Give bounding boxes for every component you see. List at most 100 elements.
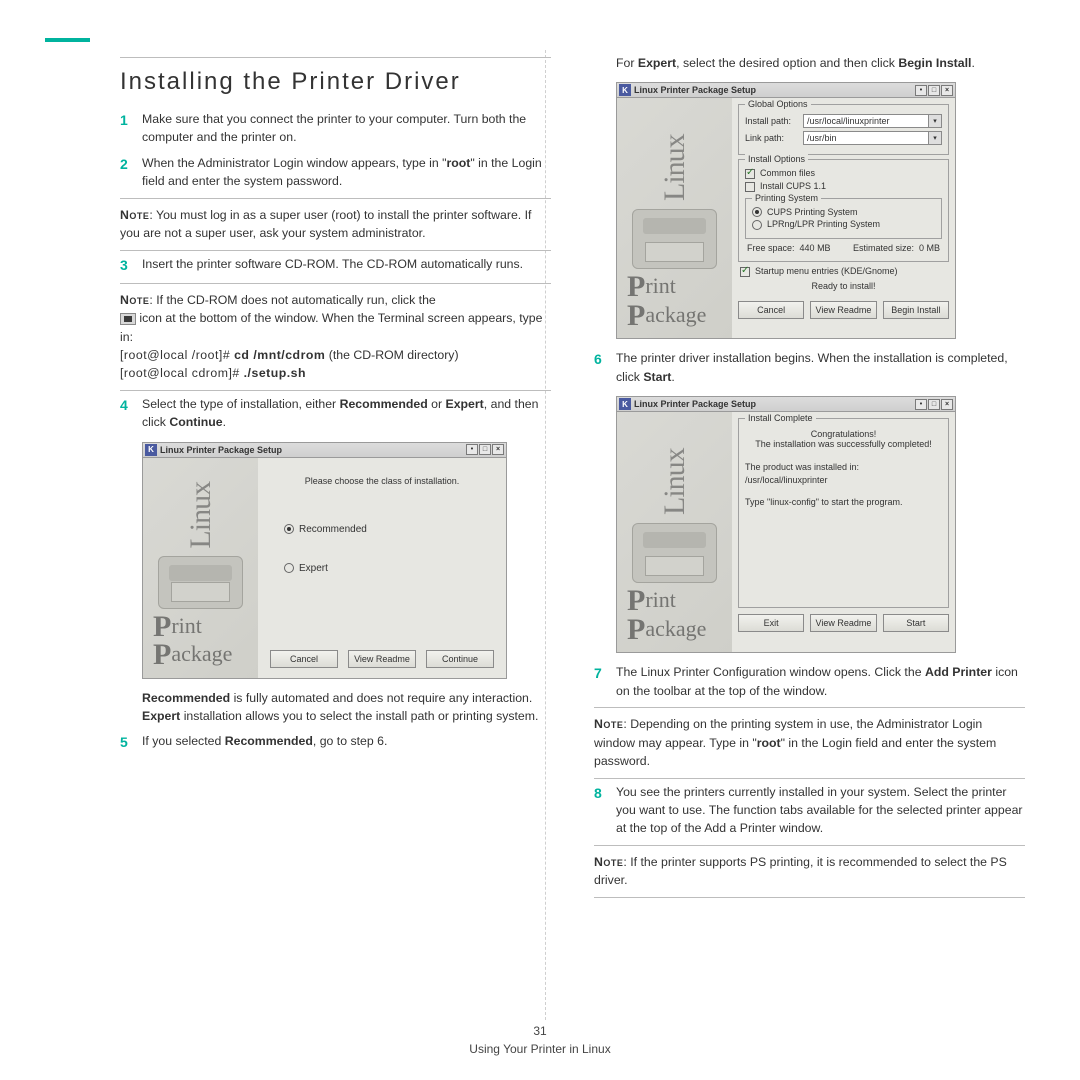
step-text: Insert the printer software CD-ROM. The … <box>142 255 551 276</box>
view-readme-button[interactable]: View Readme <box>348 650 416 668</box>
terminal-icon <box>120 313 136 325</box>
radio-expert[interactable]: Expert <box>284 563 500 574</box>
step-number: 3 <box>120 255 142 276</box>
branding-panel: Linux Print Package <box>617 98 732 338</box>
cmd-prompt: [root@local /root]# <box>120 348 234 362</box>
install-path-field[interactable]: /usr/local/linuxprinter <box>803 114 929 128</box>
radio-recommended[interactable]: Recommended <box>284 524 500 535</box>
step-4: 4 Select the type of installation, eithe… <box>120 395 551 432</box>
radio-cups[interactable]: CUPS Printing System <box>752 207 935 218</box>
window-title: Linux Printer Package Setup <box>634 399 756 409</box>
dialog-message: Please choose the class of installation. <box>264 464 500 510</box>
check-icon <box>745 182 755 192</box>
rule <box>120 57 551 58</box>
label: Install path: <box>745 116 803 126</box>
note-block: Note: You must log in as a super user (r… <box>120 198 551 251</box>
start-button[interactable]: Start <box>883 614 949 632</box>
check-icon <box>740 267 750 277</box>
linux-wordmark: Linux <box>658 420 692 515</box>
exit-button[interactable]: Exit <box>738 614 804 632</box>
step-2: 2 When the Administrator Login window ap… <box>120 154 551 191</box>
legend: Install Options <box>745 154 808 164</box>
step-number: 6 <box>594 349 616 386</box>
minimize-icon[interactable]: • <box>915 85 927 96</box>
minimize-icon[interactable]: • <box>466 444 478 455</box>
close-icon[interactable]: × <box>492 444 504 455</box>
page-number: 31 <box>533 1024 546 1038</box>
step-6: 6 The printer driver installation begins… <box>594 349 1025 386</box>
step-text: Select the type of installation, either … <box>142 395 551 432</box>
maximize-icon[interactable]: □ <box>928 85 940 96</box>
cmd-prompt: [root@local cdrom]# <box>120 366 244 380</box>
radio-icon <box>752 207 762 217</box>
continue-button[interactable]: Continue <box>426 650 494 668</box>
section-title: Installing the Printer Driver <box>120 68 551 96</box>
note-block: Note: If the CD-ROM does not automatical… <box>120 283 551 391</box>
step-number: 1 <box>120 110 142 147</box>
step-1: 1 Make sure that you connect the printer… <box>120 110 551 147</box>
legend: Global Options <box>745 99 811 109</box>
paragraph: Recommended is fully automated and does … <box>120 689 551 726</box>
radio-icon <box>284 563 294 573</box>
window-title: Linux Printer Package Setup <box>634 85 756 95</box>
check-icon <box>745 169 755 179</box>
hint-text: Type "linux-config" to start the program… <box>745 497 942 507</box>
note-label: Note <box>594 717 623 731</box>
maximize-icon[interactable]: □ <box>479 444 491 455</box>
footer-text: Using Your Printer in Linux <box>469 1042 610 1056</box>
step-5: 5 If you selected Recommended, go to ste… <box>120 732 551 753</box>
checkbox-startup-menu[interactable]: Startup menu entries (KDE/Gnome) <box>740 266 949 277</box>
close-icon[interactable]: × <box>941 399 953 410</box>
step-8: 8 You see the printers currently install… <box>594 783 1025 838</box>
maximize-icon[interactable]: □ <box>928 399 940 410</box>
step-text: Make sure that you connect the printer t… <box>142 110 551 147</box>
step-number: 4 <box>120 395 142 432</box>
legend: Install Complete <box>745 413 816 423</box>
note-block: Note: If the printer supports PS printin… <box>594 845 1025 898</box>
window-title: Linux Printer Package Setup <box>160 445 282 455</box>
size-stats: Free space: 440 MB Estimated size: 0 MB <box>745 241 942 255</box>
view-readme-button[interactable]: View Readme <box>810 614 876 632</box>
legend: Printing System <box>752 193 821 203</box>
cmd: ./setup.sh <box>244 366 306 380</box>
minimize-icon[interactable]: • <box>915 399 927 410</box>
close-icon[interactable]: × <box>941 85 953 96</box>
step-text: The Linux Printer Configuration window o… <box>616 663 1025 700</box>
step-text: When the Administrator Login window appe… <box>142 154 551 191</box>
step-text: The printer driver installation begins. … <box>616 349 1025 386</box>
link-path-field[interactable]: /usr/bin <box>803 131 929 145</box>
branding-panel: Linux Print Package <box>143 458 258 678</box>
screenshot-install-complete: K Linux Printer Package Setup • □ × Linu… <box>616 396 956 653</box>
cancel-button[interactable]: Cancel <box>738 301 804 319</box>
window-icon: K <box>619 398 631 410</box>
printer-icon <box>632 209 717 269</box>
radio-lprng[interactable]: LPRng/LPR Printing System <box>752 219 935 230</box>
install-complete-group: Install Complete Congratulations! The in… <box>738 418 949 608</box>
install-path-info: The product was installed in: /usr/local… <box>745 459 942 496</box>
note-text: : You must log in as a super user (root)… <box>120 208 531 240</box>
step-number: 2 <box>120 154 142 191</box>
note-block: Note: Depending on the printing system i… <box>594 707 1025 778</box>
linux-wordmark: Linux <box>658 106 692 201</box>
view-readme-button[interactable]: View Readme <box>810 301 876 319</box>
begin-install-button[interactable]: Begin Install <box>883 301 949 319</box>
step-3: 3 Insert the printer software CD-ROM. Th… <box>120 255 551 276</box>
step-text: If you selected Recommended, go to step … <box>142 732 551 753</box>
titlebar: K Linux Printer Package Setup • □ × <box>617 397 955 412</box>
print-package-wordmark: Print Package <box>147 613 232 670</box>
screenshot-expert-options: K Linux Printer Package Setup • □ × Linu… <box>616 82 956 339</box>
checkbox-install-cups[interactable]: Install CUPS 1.1 <box>745 181 942 192</box>
cancel-button[interactable]: Cancel <box>270 650 338 668</box>
note-text: icon at the bottom of the window. When t… <box>120 311 542 343</box>
titlebar: K Linux Printer Package Setup • □ × <box>143 443 506 458</box>
step-number: 8 <box>594 783 616 838</box>
print-package-wordmark: Print Package <box>621 273 706 330</box>
checkbox-common-files[interactable]: Common files <box>745 168 942 179</box>
chevron-down-icon[interactable]: ▾ <box>928 114 942 128</box>
cmd-note: (the CD-ROM directory) <box>325 348 458 362</box>
install-options-group: Install Options Common files Install CUP… <box>738 159 949 262</box>
printer-icon <box>632 523 717 583</box>
printer-icon <box>158 556 243 608</box>
status-text: Ready to install! <box>738 279 949 295</box>
chevron-down-icon[interactable]: ▾ <box>928 131 942 145</box>
